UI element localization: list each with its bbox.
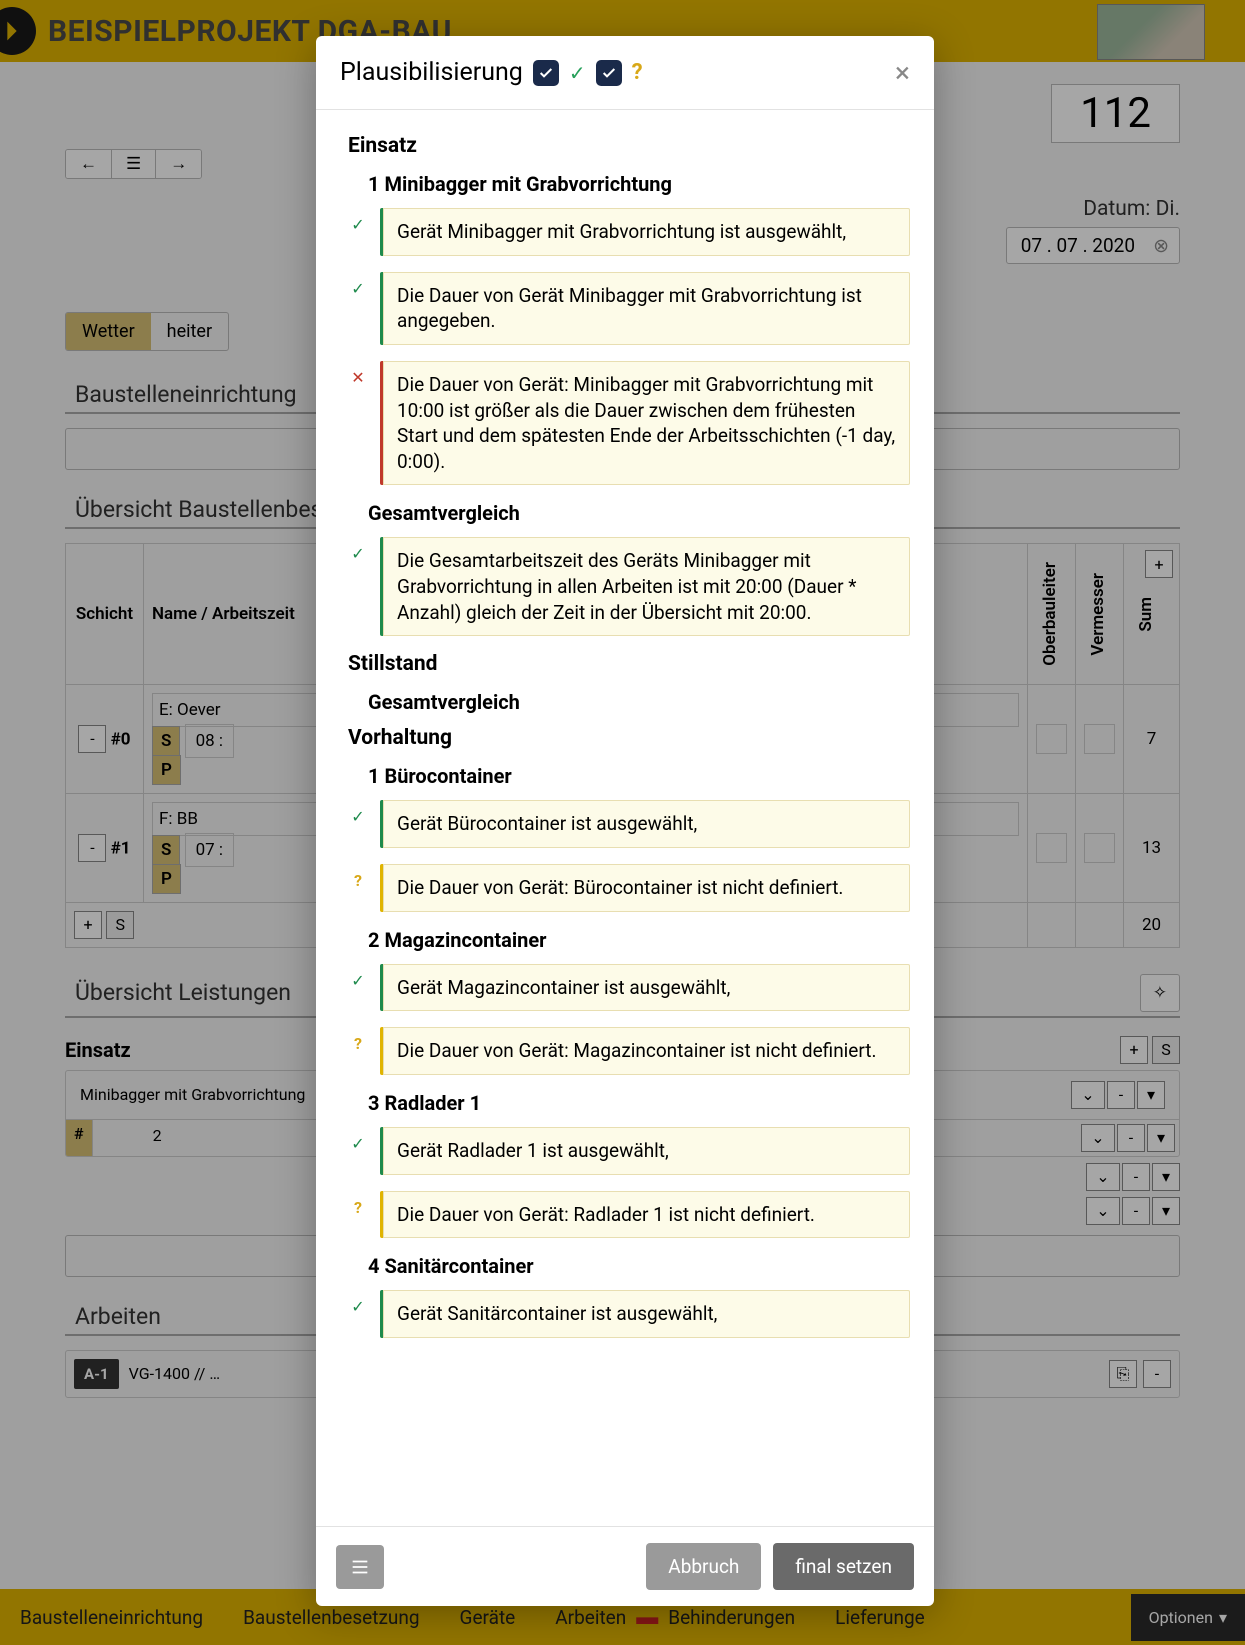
question-icon: ? xyxy=(348,1027,368,1053)
validation-message: ✓ Die Dauer von Gerät Minibagger mit Grab… xyxy=(348,272,910,345)
close-button[interactable]: × xyxy=(895,56,910,89)
validation-message: ✓ Gerät Minibagger mit Grabvorrichtung is… xyxy=(348,208,910,256)
message-text: Gerät Minibagger mit Grabvorrichtung ist… xyxy=(380,208,910,256)
plausibility-modal: Plausibilisierung ✓ ? × Einsatz 1 Minibag… xyxy=(316,36,934,1606)
message-text: Die Gesamtarbeitszeit des Geräts Minibag… xyxy=(380,537,910,636)
message-text: Die Dauer von Gerät: Magazincontainer is… xyxy=(380,1027,910,1075)
message-text: Gerät Bürocontainer ist ausgewählt, xyxy=(380,800,910,848)
modal-body[interactable]: Einsatz 1 Minibagger mit Grabvorrichtung ✓… xyxy=(316,110,934,1526)
check-icon: ✓ xyxy=(348,800,368,826)
msg-subheading: 1 Bürocontainer xyxy=(348,764,910,788)
message-text: Die Dauer von Gerät: Bürocontainer ist n… xyxy=(380,864,910,912)
message-text: Gerät Radlader 1 ist ausgewählt, xyxy=(380,1127,910,1175)
check-icon: ✓ xyxy=(348,964,368,990)
validation-message: ✓ Gerät Magazincontainer ist ausgewählt, xyxy=(348,964,910,1012)
check-icon: ✓ xyxy=(348,537,368,563)
question-icon: ? xyxy=(348,864,368,890)
validation-message: ✕ Die Dauer von Gerät: Minibagger mit Gra… xyxy=(348,361,910,486)
check-icon: ✓ xyxy=(348,272,368,298)
msg-subheading: 2 Magazincontainer xyxy=(348,928,910,952)
list-icon-button[interactable] xyxy=(336,1545,384,1589)
modal-footer: Abbruch final setzen xyxy=(316,1526,934,1606)
message-text: Gerät Magazincontainer ist ausgewählt, xyxy=(380,964,910,1012)
message-text: Die Dauer von Gerät: Minibagger mit Grab… xyxy=(380,361,910,486)
validation-message: ✓ Die Gesamtarbeitszeit des Geräts Miniba… xyxy=(348,537,910,636)
message-text: Gerät Sanitärcontainer ist ausgewählt, xyxy=(380,1290,910,1338)
validation-message: ✓ Gerät Sanitärcontainer ist ausgewählt, xyxy=(348,1290,910,1338)
msg-subheading: 1 Minibagger mit Grabvorrichtung xyxy=(348,172,910,196)
question-icon: ? xyxy=(632,60,643,85)
validation-message: ? Die Dauer von Gerät: Radlader 1 ist nic… xyxy=(348,1191,910,1239)
validation-message: ✓ Gerät Radlader 1 ist ausgewählt, xyxy=(348,1127,910,1175)
check-icon: ✓ xyxy=(569,61,586,85)
validation-message: ? Die Dauer von Gerät: Magazincontainer i… xyxy=(348,1027,910,1075)
msg-subheading: Gesamtvergleich xyxy=(348,690,910,714)
message-text: Die Dauer von Gerät Minibagger mit Grabv… xyxy=(380,272,910,345)
modal-header: Plausibilisierung ✓ ? × xyxy=(316,36,934,110)
validation-message: ? Die Dauer von Gerät: Bürocontainer ist … xyxy=(348,864,910,912)
checkbox-icon[interactable] xyxy=(533,60,559,86)
final-button[interactable]: final setzen xyxy=(773,1543,914,1590)
msg-heading: Vorhaltung xyxy=(348,726,910,750)
checkbox-icon[interactable] xyxy=(596,60,622,86)
msg-subheading: 4 Sanitärcontainer xyxy=(348,1254,910,1278)
msg-heading: Stillstand xyxy=(348,652,910,676)
cancel-button[interactable]: Abbruch xyxy=(646,1543,761,1590)
question-icon: ? xyxy=(348,1191,368,1217)
check-icon: ✓ xyxy=(348,1127,368,1153)
msg-subheading: 3 Radlader 1 xyxy=(348,1091,910,1115)
x-icon: ✕ xyxy=(348,361,368,387)
check-icon: ✓ xyxy=(348,208,368,234)
msg-subheading: Gesamtvergleich xyxy=(348,501,910,525)
validation-message: ✓ Gerät Bürocontainer ist ausgewählt, xyxy=(348,800,910,848)
check-icon: ✓ xyxy=(348,1290,368,1316)
modal-title: Plausibilisierung xyxy=(340,58,523,87)
message-text: Die Dauer von Gerät: Radlader 1 ist nich… xyxy=(380,1191,910,1239)
msg-heading: Einsatz xyxy=(348,134,910,158)
